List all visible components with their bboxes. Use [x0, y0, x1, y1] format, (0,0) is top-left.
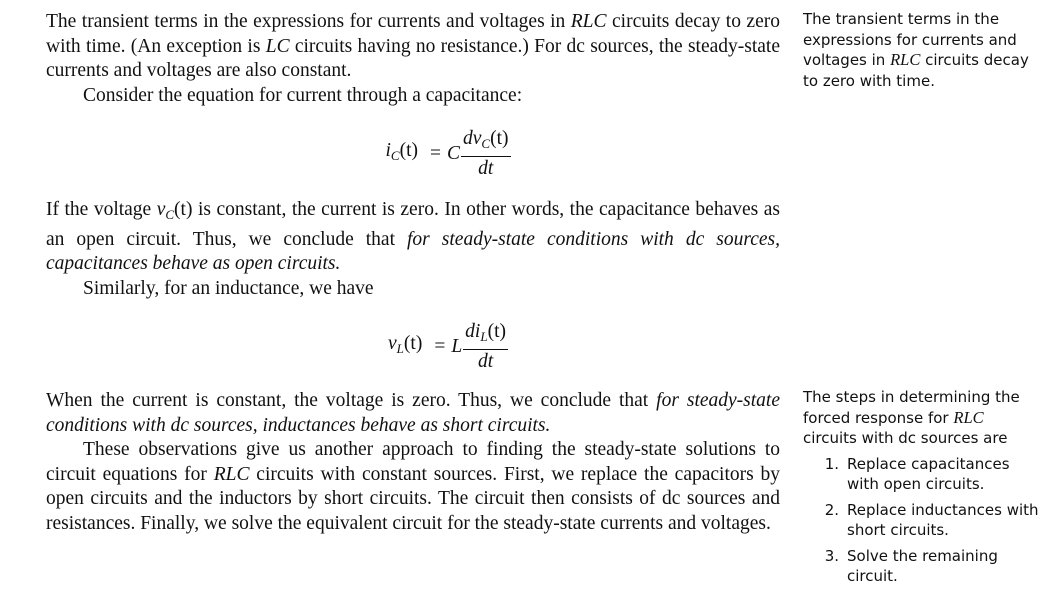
paragraph-capacitance-intro: Consider the equation for current throug… [83, 84, 523, 106]
rlc-term: RLC [953, 407, 984, 427]
step-number: 2. [824, 500, 839, 519]
fraction-denominator: dt [477, 351, 494, 372]
paragraph-inductance-short: When the current is constant, the voltag… [46, 390, 781, 436]
fraction-denominator: dt [478, 158, 494, 179]
list-item: 3. Solve the remaining circuit. [803, 546, 1041, 587]
rlc-term: RLC [890, 50, 921, 69]
equation-inductor-voltage: vL(t) = L diL(t) dt [116, 321, 780, 373]
margin-note-transient: The transient terms in the expressions f… [803, 10, 1029, 90]
paragraph-transient-terms: The transient terms in the expressions f… [46, 10, 780, 84]
list-item: 2. Replace inductances with short circuit… [803, 500, 1041, 541]
paragraph-steady-state-approach: These observations give us another appro… [46, 439, 781, 534]
step-text: Replace capacitances with open circuits. [847, 454, 1010, 494]
fraction-numerator: dvC(t) [461, 128, 511, 157]
coefficient: L [451, 335, 463, 357]
equals-sign: = [430, 142, 441, 164]
fraction-numerator: diL(t) [463, 321, 508, 350]
step-number: 1. [824, 454, 839, 473]
step-text: Replace inductances with short circuits. [847, 500, 1039, 540]
equation-capacitor-current: iC(t) = C dvC(t) dt [116, 128, 780, 180]
rlc-term: RLC [570, 11, 607, 32]
coefficient: C [447, 142, 461, 164]
paragraph-inductance-intro: Similarly, for an inductance, we have [83, 277, 374, 299]
equation-lhs: iC(t) [385, 140, 419, 164]
text-run: The transient terms in the expressions f… [46, 11, 571, 32]
steps-list: 1. Replace capacitances with open circuit… [803, 454, 1041, 587]
equals-sign: = [434, 335, 446, 357]
rlc-term: RLC [213, 463, 250, 485]
paragraph-capacitance-open: If the voltage vC(t) is constant, the cu… [46, 199, 780, 274]
steps-intro: The steps in determining the forced resp… [803, 388, 1020, 447]
margin-note-steps: The steps in determining the forced resp… [803, 387, 1041, 592]
step-number: 3. [824, 546, 839, 565]
lc-term: LC [265, 35, 290, 57]
main-text-column: The transient terms in the expressions f… [46, 10, 780, 536]
derivative-fraction: diL(t) dt [463, 321, 508, 373]
derivative-fraction: dvC(t) dt [461, 128, 511, 180]
equation-lhs: vL(t) [388, 333, 423, 357]
step-text: Solve the remaining circuit. [847, 546, 998, 586]
list-item: 1. Replace capacitances with open circuit… [803, 454, 1041, 495]
